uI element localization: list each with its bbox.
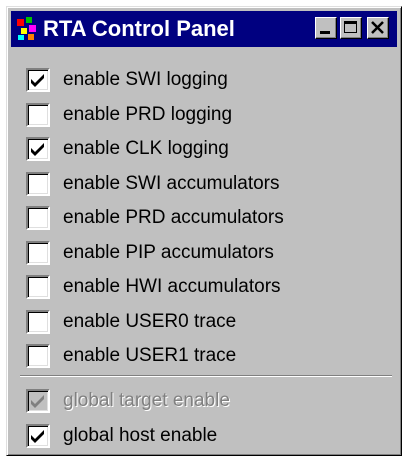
maximize-button[interactable] (340, 17, 362, 39)
checkbox-label: enable CLK logging (63, 138, 229, 159)
checkbox[interactable] (26, 137, 50, 161)
minimize-button[interactable] (315, 17, 337, 39)
checkbox-label: enable PIP accumulators (63, 241, 274, 263)
close-icon (371, 21, 384, 34)
window-title: RTA Control Panel (43, 16, 235, 41)
checkbox[interactable] (26, 206, 50, 230)
checkbox-label: enable USER0 trace (63, 310, 237, 332)
title-bar[interactable]: RTA Control Panel (11, 11, 397, 47)
checkmark-icon (31, 395, 44, 408)
checkbox-label: global host enable (63, 425, 218, 446)
checkbox-label: enable HWI accumulators (63, 276, 281, 297)
maximize-icon (344, 21, 357, 33)
checkbox-label: global target enable (63, 390, 230, 411)
checkbox[interactable] (26, 275, 50, 299)
checkbox-label: enable USER1 trace (63, 345, 237, 366)
checkmark-icon (31, 74, 44, 87)
separator (20, 375, 392, 377)
checkbox (26, 389, 50, 413)
minimize-icon (320, 31, 330, 34)
checkbox[interactable] (26, 424, 50, 448)
checkbox[interactable] (26, 68, 50, 92)
checkbox[interactable] (26, 102, 50, 127)
checkbox-label: enable PRD logging (63, 103, 233, 125)
close-button[interactable] (367, 17, 389, 39)
checkbox-label: enable SWI accumulators (63, 172, 280, 194)
checkbox[interactable] (26, 309, 50, 334)
checkmark-icon (31, 143, 44, 156)
checkbox-label: enable PRD accumulators (63, 207, 284, 228)
checkbox[interactable] (26, 171, 50, 196)
rta-app-icon (17, 17, 36, 40)
checkmark-icon (31, 430, 44, 443)
rta-control-panel-window: RTA Control Panel enable SWI logging enab… (6, 6, 402, 456)
checkbox-label: enable SWI logging (63, 69, 228, 90)
options-panel: enable SWI logging enable PRD logging enab… (7, 51, 401, 451)
checkbox[interactable] (26, 344, 50, 368)
checkbox[interactable] (26, 240, 50, 265)
